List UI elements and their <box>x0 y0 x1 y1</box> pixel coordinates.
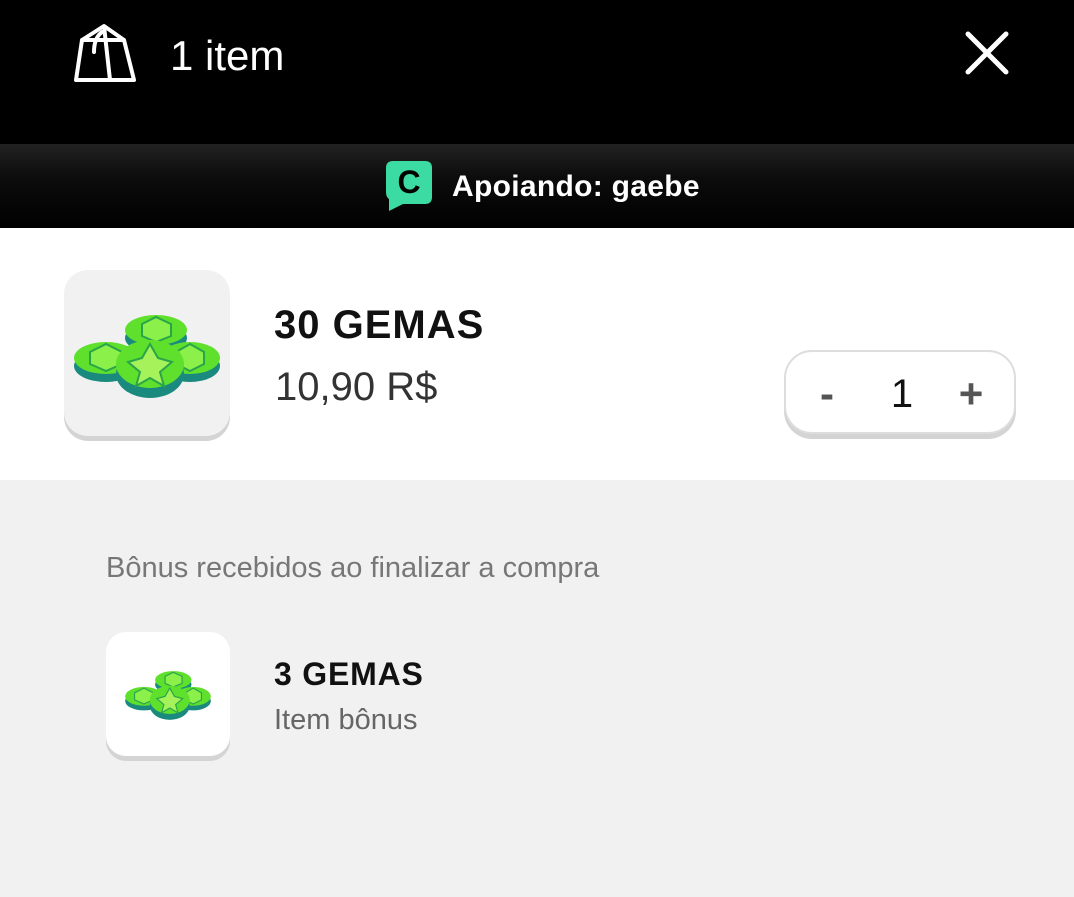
cart-product-row: 30 GEMAS 10,90 R$ - 1 + <box>0 228 1074 480</box>
gems-icon <box>125 671 211 720</box>
creator-code-icon: C <box>386 161 432 211</box>
gems-icon <box>74 315 220 398</box>
quantity-value: 1 <box>890 372 914 416</box>
cart-item-count: 1 item <box>170 32 285 79</box>
close-icon[interactable] <box>964 30 1010 76</box>
cart-header: 1 item <box>0 0 1074 144</box>
product-price: 10,90 R$ <box>275 365 438 409</box>
bonus-item-label: Item bônus <box>274 704 418 736</box>
bonus-thumbnail <box>106 632 230 756</box>
bonus-section-heading: Bônus recebidos ao finalizar a compra <box>106 552 600 584</box>
bonus-item-name: 3 GEMAS <box>274 656 424 692</box>
supporting-creator-text: Apoiando: gaebe <box>452 170 700 203</box>
shopping-bag-icon <box>74 24 136 82</box>
svg-text:C: C <box>397 164 420 200</box>
product-name: 30 GEMAS <box>274 303 485 347</box>
quantity-stepper: - 1 + <box>784 350 1016 434</box>
product-thumbnail <box>64 270 230 436</box>
decrease-quantity-button[interactable]: - <box>802 366 852 422</box>
increase-quantity-button[interactable]: + <box>946 366 996 422</box>
